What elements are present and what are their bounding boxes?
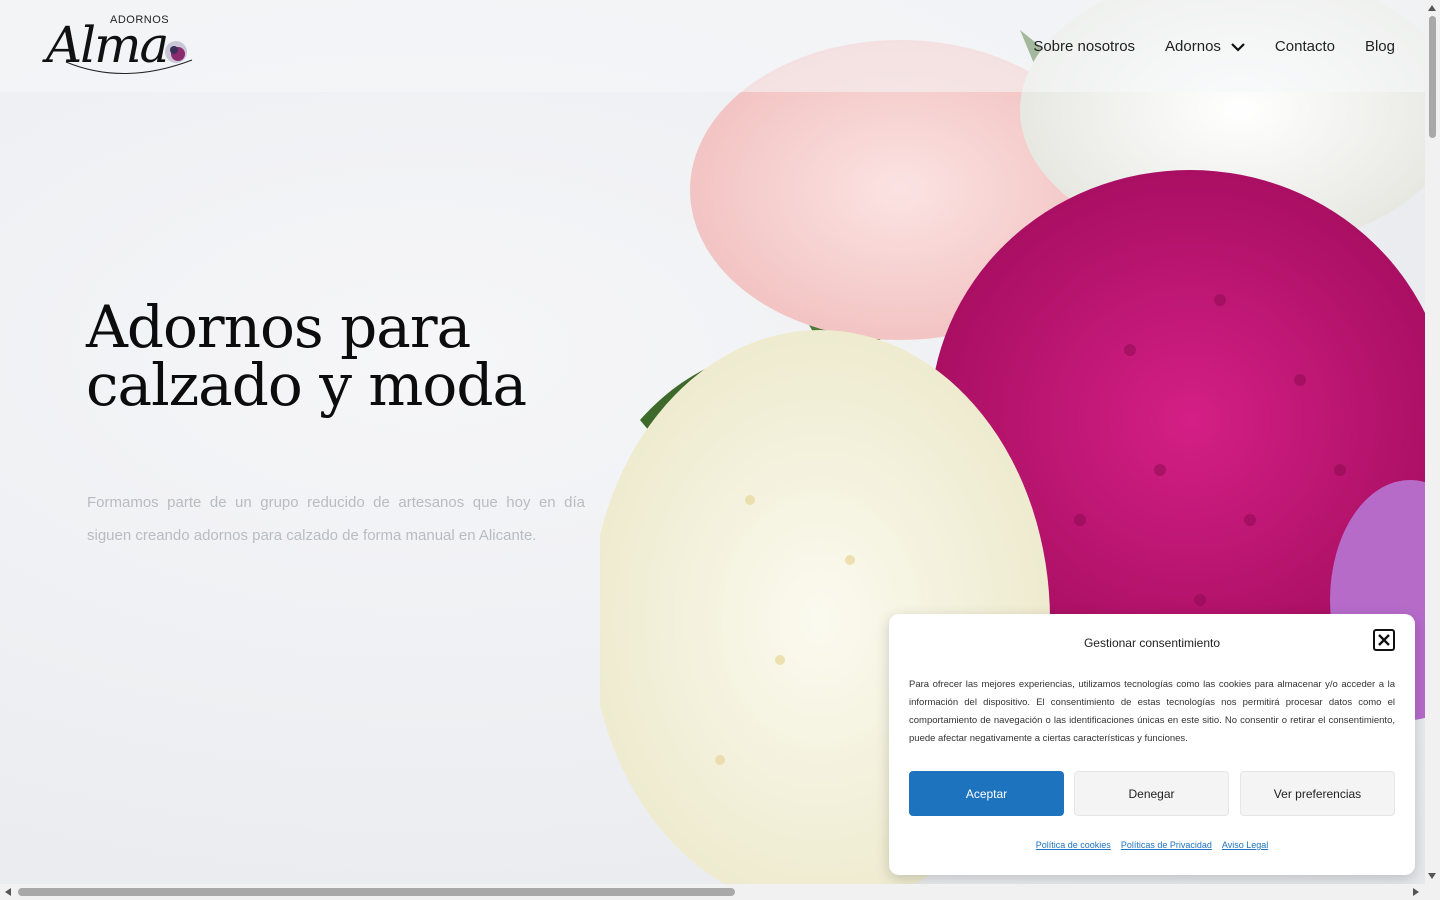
nav-label: Sobre nosotros (1033, 38, 1136, 55)
privacy-policy-link[interactable]: Políticas de Privacidad (1121, 840, 1212, 850)
hero-intro-text: Formamos parte de un grupo reducido de a… (87, 494, 585, 544)
cookie-policy-link[interactable]: Política de cookies (1036, 840, 1111, 850)
chevron-down-icon[interactable] (1231, 42, 1245, 52)
hero-title-line-2: calzado y moda (86, 351, 527, 419)
nav-item-adornos[interactable]: Adornos (1165, 38, 1245, 55)
vertical-scroll-thumb[interactable] (1429, 16, 1436, 138)
hero-title-line-1: Adornos para (86, 293, 471, 361)
cookie-dialog-body: Para ofrecer las mejores experiencias, u… (909, 679, 1395, 744)
deny-button[interactable]: Denegar (1074, 771, 1229, 816)
horizontal-scroll-thumb[interactable] (18, 888, 735, 896)
cookie-policy-links: Política de cookies Políticas de Privaci… (889, 840, 1415, 850)
site-header: ADORNOS Alma Sobre nosotros Adornos Cont… (0, 0, 1425, 92)
vertical-scrollbar[interactable] (1425, 0, 1440, 884)
nav-item-sobre-nosotros[interactable]: Sobre nosotros (1033, 38, 1135, 55)
page-viewport: ADORNOS Alma Sobre nosotros Adornos Cont… (0, 0, 1425, 884)
nav-label: Blog (1364, 38, 1395, 55)
scroll-up-arrow-icon[interactable] (1428, 5, 1436, 11)
accept-button[interactable]: Aceptar (909, 771, 1064, 816)
nav-item-contacto[interactable]: Contacto (1275, 38, 1335, 55)
scroll-right-arrow-icon[interactable] (1413, 888, 1419, 896)
view-preferences-button[interactable]: Ver preferencias (1240, 771, 1395, 816)
horizontal-scrollbar[interactable] (0, 884, 1425, 900)
nav-item-blog[interactable]: Blog (1365, 38, 1395, 55)
main-nav: Sobre nosotros Adornos Contacto Blog (1033, 38, 1395, 55)
nav-label: Adornos (1165, 38, 1221, 55)
cookie-consent-dialog: Gestionar consentimiento Para ofrecer la… (889, 614, 1415, 875)
scrollbar-corner (1425, 884, 1440, 900)
nav-label: Contacto (1274, 38, 1335, 55)
close-icon[interactable] (1373, 629, 1395, 651)
scroll-down-arrow-icon[interactable] (1428, 873, 1436, 879)
logo-swoosh (65, 59, 193, 74)
brand-logo[interactable]: ADORNOS Alma (44, 12, 200, 80)
scroll-left-arrow-icon[interactable] (5, 888, 11, 896)
hero-title: Adornos para calzado y moda (86, 298, 686, 414)
legal-notice-link[interactable]: Aviso Legal (1222, 840, 1268, 850)
cookie-dialog-title: Gestionar consentimiento (1083, 636, 1221, 650)
